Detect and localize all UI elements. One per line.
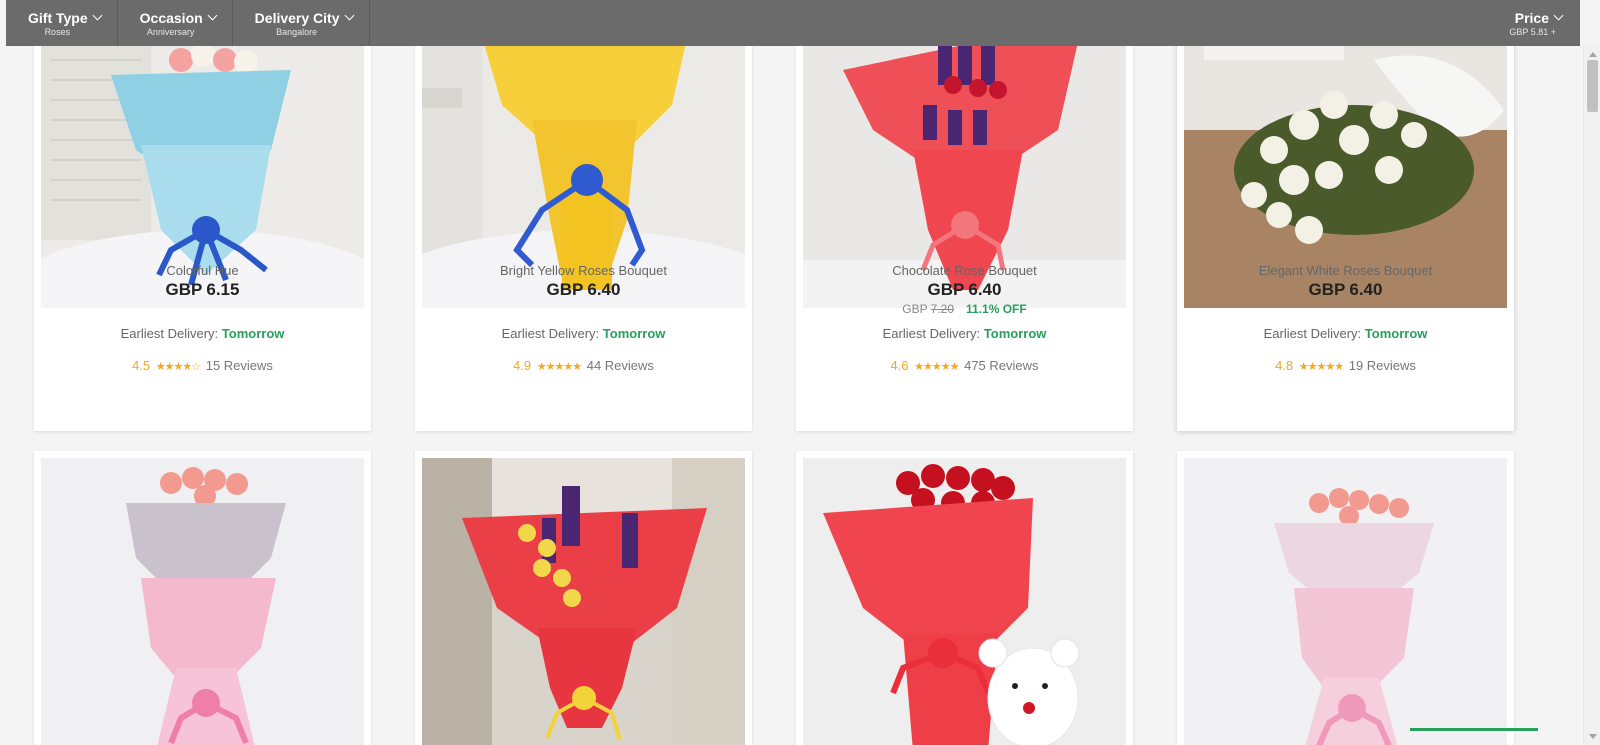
delivery-label: Earliest Delivery:	[1263, 326, 1362, 341]
product-info: Elegant White Roses Bouquet GBP 6.40	[1177, 263, 1514, 300]
delivery-time: Tomorrow	[983, 326, 1047, 341]
gift-type-filter[interactable]: Gift Type Roses	[6, 0, 118, 46]
occasion-value: Anniversary	[146, 26, 195, 37]
delivery-time: Tomorrow	[221, 326, 285, 341]
product-card[interactable]: Bright Yellow Roses Bouquet GBP 6.40 Earl…	[415, 0, 752, 431]
price-amount: 6.40	[968, 280, 1002, 299]
rating-score: 4.5	[132, 358, 151, 373]
scrollbar-thumb[interactable]	[1587, 60, 1598, 112]
product-info: Colorful Hue GBP 6.15	[34, 263, 371, 300]
product-image[interactable]	[422, 458, 745, 745]
currency: GBP	[165, 280, 203, 299]
occasion-label: Occasion	[139, 9, 203, 26]
review-count: 44 Reviews	[586, 358, 654, 373]
product-image[interactable]	[41, 0, 364, 308]
product-image[interactable]	[1184, 0, 1507, 308]
occasion-filter[interactable]: Occasion Anniversary	[118, 0, 233, 46]
product-card[interactable]	[796, 451, 1133, 745]
rating-score: 4.9	[513, 358, 532, 373]
discount-info: GBP 7.20 11.1% OFF	[796, 302, 1133, 316]
review-count: 19 Reviews	[1348, 358, 1416, 373]
delivery-label: Earliest Delivery:	[882, 326, 981, 341]
product-image[interactable]	[803, 0, 1126, 308]
product-image[interactable]	[1184, 458, 1507, 745]
product-name[interactable]: Colorful Hue	[34, 263, 371, 279]
price-filter[interactable]: Price GBP 5.81 +	[1487, 0, 1580, 46]
product-name[interactable]: Elegant White Roses Bouquet	[1177, 263, 1514, 279]
product-image[interactable]	[803, 458, 1126, 745]
delivery-label: Earliest Delivery:	[501, 326, 600, 341]
product-card[interactable]	[1177, 451, 1514, 745]
delivery-city-filter[interactable]: Delivery City Bangalore	[233, 0, 370, 46]
gift-type-value: Roses	[44, 26, 71, 37]
rating: 4.6 ★★★★★ 475 Reviews	[796, 358, 1133, 373]
product-price: GBP 6.15	[34, 280, 371, 300]
gift-type-label: Gift Type	[28, 9, 88, 26]
delivery-info: Earliest Delivery: Tomorrow	[34, 326, 371, 341]
product-name[interactable]: Chocolate Rose Bouquet	[796, 263, 1133, 279]
product-price: GBP 6.40	[796, 280, 1133, 300]
chevron-down-icon	[92, 10, 103, 21]
scroll-up-arrow-icon[interactable]	[1589, 52, 1597, 57]
delivery-info: Earliest Delivery: Tomorrow	[415, 326, 752, 341]
product-price: GBP 6.40	[415, 280, 752, 300]
delivery-info: Earliest Delivery: Tomorrow	[796, 326, 1133, 341]
rating: 4.5 ★★★★☆ 15 Reviews	[34, 358, 371, 373]
product-card[interactable]: Chocolate Rose Bouquet GBP 6.40 GBP 7.20 11…	[796, 0, 1133, 431]
review-count: 475 Reviews	[964, 358, 1039, 373]
currency: GBP	[927, 280, 965, 299]
price-amount: 6.40	[587, 280, 621, 299]
product-info: Bright Yellow Roses Bouquet GBP 6.40	[415, 263, 752, 300]
rating: 4.8 ★★★★★ 19 Reviews	[1177, 358, 1514, 373]
product-card[interactable]	[415, 451, 752, 745]
product-image[interactable]	[41, 458, 364, 745]
chevron-down-icon	[344, 10, 354, 21]
chat-widget-edge[interactable]	[1410, 728, 1538, 731]
price-filter-value: GBP 5.81 +	[1509, 26, 1556, 37]
star-rating-icon: ★★★★☆	[155, 361, 201, 373]
delivery-city-value: Bangalore	[276, 26, 318, 37]
vertical-scrollbar[interactable]	[1583, 46, 1600, 745]
chevron-down-icon	[1553, 10, 1564, 21]
currency: GBP	[546, 280, 584, 299]
delivery-time: Tomorrow	[1364, 326, 1428, 341]
price-filter-label: Price	[1514, 9, 1549, 26]
scroll-down-arrow-icon[interactable]	[1589, 734, 1597, 739]
product-image[interactable]	[422, 0, 745, 308]
price-amount: 6.40	[1349, 280, 1383, 299]
discount-badge: 11.1% OFF	[966, 302, 1027, 316]
product-listing-page: Gift Type Roses Occasion Anniversary Del…	[0, 0, 1600, 745]
star-rating-icon: ★★★★★	[536, 361, 582, 373]
chevron-down-icon	[207, 10, 218, 21]
delivery-label: Earliest Delivery:	[120, 326, 219, 341]
product-card[interactable]: Elegant White Roses Bouquet GBP 6.40 Earl…	[1177, 0, 1514, 431]
star-rating-icon: ★★★★★	[1298, 361, 1344, 373]
delivery-info: Earliest Delivery: Tomorrow	[1177, 326, 1514, 341]
rating-score: 4.6	[890, 358, 909, 373]
product-card[interactable]: Colorful Hue GBP 6.15 Earliest Delivery: …	[34, 0, 371, 431]
product-name[interactable]: Bright Yellow Roses Bouquet	[415, 263, 752, 279]
old-currency: GBP	[902, 302, 928, 316]
product-card[interactable]	[34, 451, 371, 745]
product-price: GBP 6.40	[1177, 280, 1514, 300]
delivery-city-label: Delivery City	[254, 9, 340, 26]
rating: 4.9 ★★★★★ 44 Reviews	[415, 358, 752, 373]
currency: GBP	[1308, 280, 1346, 299]
review-count: 15 Reviews	[205, 358, 273, 373]
star-rating-icon: ★★★★★	[914, 361, 959, 373]
filter-bar: Gift Type Roses Occasion Anniversary Del…	[6, 0, 1580, 46]
rating-score: 4.8	[1275, 358, 1294, 373]
old-price: 7.20	[930, 302, 954, 316]
delivery-time: Tomorrow	[602, 326, 666, 341]
product-info: Chocolate Rose Bouquet GBP 6.40 GBP 7.20 11…	[796, 263, 1133, 316]
price-amount: 6.15	[206, 280, 240, 299]
